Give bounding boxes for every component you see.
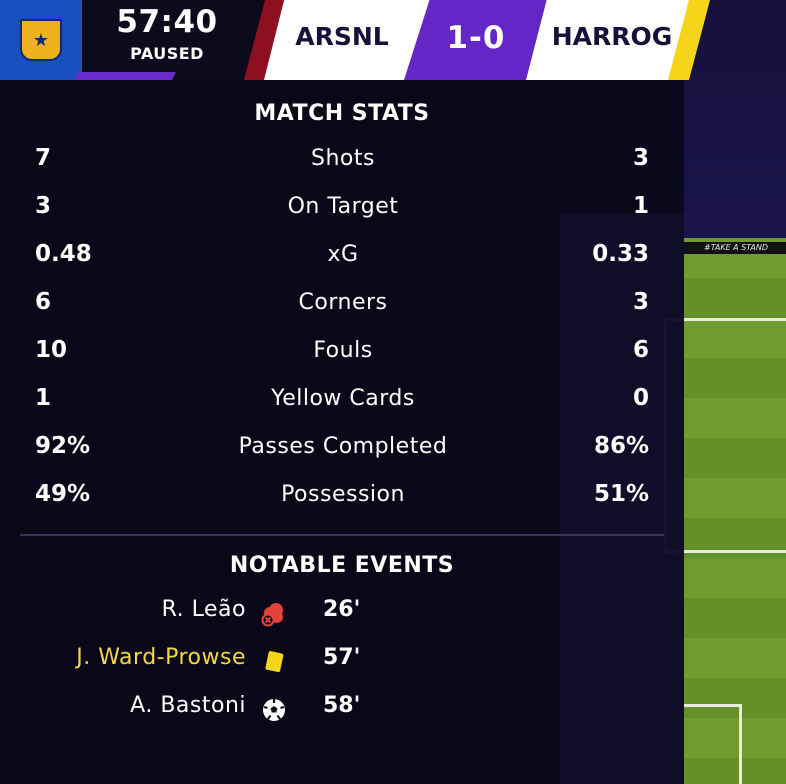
score: 1-0: [446, 20, 506, 56]
stat-label: Possession: [281, 482, 405, 507]
stat-away-value: 86%: [593, 433, 649, 459]
stat-label: Fouls: [313, 338, 373, 363]
stat-label: Yellow Cards: [271, 386, 415, 411]
advertising-board: #TAKE A STAND: [684, 242, 786, 254]
stat-label: Passes Completed: [238, 434, 448, 459]
stat-label: On Target: [287, 194, 399, 219]
stat-home-value: 6: [35, 289, 52, 315]
stat-row: 0.48 xG 0.33: [0, 241, 684, 277]
event-minute: 26': [323, 597, 361, 622]
stat-row: 3 On Target 1: [0, 193, 684, 229]
event-player: A. Bastoni: [130, 693, 246, 718]
event-minute: 58': [323, 693, 361, 718]
stat-away-value: 3: [632, 145, 649, 171]
match-status: PAUSED: [130, 44, 204, 63]
stat-home-value: 92%: [35, 433, 91, 459]
stat-label: Shots: [311, 146, 375, 171]
event-row: A. Bastoni 58': [0, 693, 684, 729]
stat-away-value: 0.33: [592, 241, 649, 267]
stat-label: Corners: [298, 290, 388, 315]
stat-home-value: 3: [35, 193, 52, 219]
match-stats-title: MATCH STATS: [254, 101, 430, 126]
stat-away-value: 0: [632, 385, 649, 411]
stat-row: 92% Passes Completed 86%: [0, 433, 684, 469]
event-minute: 57': [323, 645, 361, 670]
stat-home-value: 10: [35, 337, 68, 363]
match-clock: 57:40: [116, 4, 218, 40]
stat-away-value: 51%: [593, 481, 649, 507]
clock-progress-bar: [74, 72, 176, 80]
pitch-line: [684, 704, 742, 707]
stat-label: xG: [327, 242, 359, 267]
event-player: J. Ward-Prowse: [76, 645, 246, 670]
stat-home-value: 49%: [35, 481, 91, 507]
yellow-card-icon: [265, 651, 284, 673]
notable-events-title: NOTABLE EVENTS: [229, 553, 455, 578]
stat-row: 10 Fouls 6: [0, 337, 684, 373]
trophy-shield-icon: ★: [20, 19, 62, 61]
stat-home-value: 7: [35, 145, 52, 171]
stat-row: 49% Possession 51%: [0, 481, 684, 517]
section-divider: [20, 534, 664, 536]
stat-away-value: 6: [632, 337, 649, 363]
event-row: J. Ward-Prowse 57': [0, 645, 684, 681]
stat-away-value: 1: [632, 193, 649, 219]
away-team-name: HARROG: [551, 22, 673, 51]
competition-logo: ★: [0, 0, 82, 80]
stat-row: 7 Shots 3: [0, 145, 684, 181]
stat-home-value: 1: [35, 385, 52, 411]
goal-ball-icon: [263, 699, 285, 721]
stat-row: 6 Corners 3: [0, 289, 684, 325]
stat-row: 1 Yellow Cards 0: [0, 385, 684, 421]
event-player: R. Leão: [161, 597, 246, 622]
injury-icon: [261, 603, 283, 627]
stat-away-value: 3: [632, 289, 649, 315]
pitch-line: [739, 704, 742, 784]
home-team-name: ARSNL: [295, 22, 389, 51]
event-row: R. Leão 26': [0, 597, 684, 633]
stat-home-value: 0.48: [35, 241, 92, 267]
